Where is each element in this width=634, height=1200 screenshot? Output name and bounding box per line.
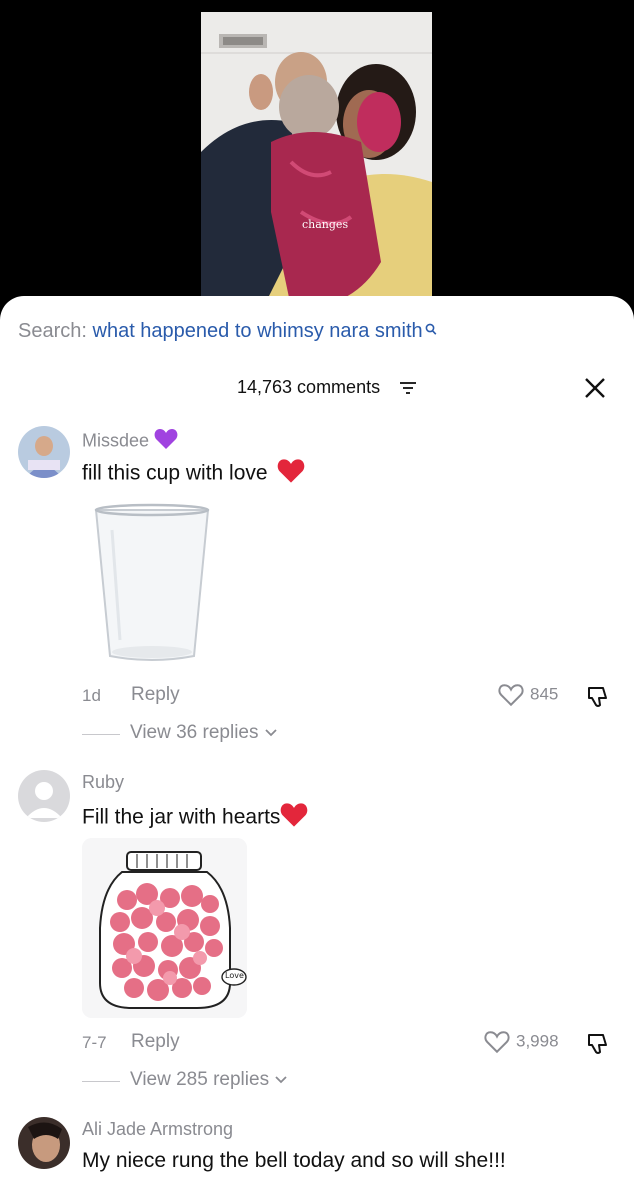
close-icon[interactable]	[582, 375, 608, 401]
search-suggestion[interactable]: Search: what happened to whimsy nara smi…	[18, 320, 437, 343]
view-replies-button[interactable]: View 285 replies	[130, 1069, 288, 1091]
sort-filter-icon[interactable]	[400, 381, 416, 400]
like-count: 3,998	[516, 1031, 559, 1051]
comment-image-cup[interactable]	[82, 500, 222, 666]
comment-text: Fill the jar with hearts	[82, 802, 308, 834]
heart-outline-icon	[498, 684, 524, 707]
comment-text: fill this cup with love	[82, 458, 305, 490]
avatar[interactable]	[18, 770, 70, 822]
comment-text: My niece rung the bell today and so will…	[82, 1149, 506, 1172]
red-heart-icon	[280, 802, 308, 834]
search-query[interactable]: what happened to whimsy nara smith	[93, 320, 423, 342]
view-replies-button[interactable]: View 36 replies	[130, 722, 278, 744]
avatar[interactable]	[18, 426, 70, 478]
comment-username[interactable]: Ali Jade Armstrong	[82, 1119, 233, 1140]
like-button[interactable]: 3,998	[484, 1030, 559, 1054]
comment-time: 7-7	[82, 1033, 107, 1052]
chevron-down-icon	[275, 1076, 287, 1084]
reply-button[interactable]: Reply	[131, 1031, 180, 1053]
avatar[interactable]	[18, 1117, 70, 1169]
replies-divider	[82, 1081, 120, 1082]
video-player[interactable]: changes	[201, 12, 432, 312]
comments-count: 14,763 comments	[237, 377, 381, 397]
search-label: Search:	[18, 320, 87, 342]
heart-outline-icon	[484, 1031, 510, 1054]
video-frame	[201, 12, 432, 312]
dislike-icon[interactable]	[585, 1031, 611, 1062]
like-button[interactable]: 845	[498, 683, 558, 707]
video-caption: changes	[302, 218, 349, 231]
comment-username[interactable]: Ruby	[82, 772, 124, 793]
purple-heart-icon	[154, 428, 178, 455]
red-heart-icon	[277, 458, 305, 490]
comment-time: 1d	[82, 686, 101, 705]
like-count: 845	[530, 684, 559, 704]
dislike-icon[interactable]	[585, 684, 611, 715]
chevron-down-icon	[265, 729, 277, 737]
replies-divider	[82, 734, 120, 735]
comment-username[interactable]: Missdee	[82, 428, 178, 455]
jar-love-label: Love	[225, 971, 244, 980]
comment-image-jar[interactable]: Love	[82, 838, 247, 1018]
reply-button[interactable]: Reply	[131, 684, 180, 706]
search-icon	[425, 320, 437, 343]
